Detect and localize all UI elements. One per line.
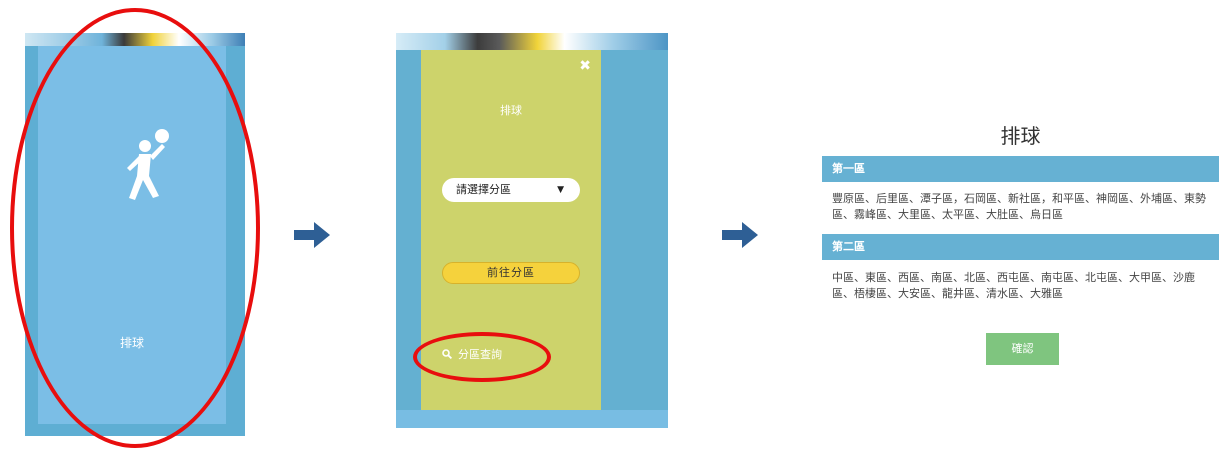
right-arrow-icon bbox=[722, 222, 758, 248]
close-icon[interactable]: ✖ bbox=[579, 58, 591, 74]
chevron-down-icon: ▼ bbox=[557, 185, 564, 195]
right-arrow-icon bbox=[294, 222, 330, 248]
go-to-zone-button[interactable]: 前往分區 bbox=[442, 262, 580, 284]
modal-title: 排球 bbox=[500, 104, 522, 117]
page-title: 排球 bbox=[1000, 124, 1041, 148]
modal-backdrop-strip bbox=[396, 410, 668, 428]
zone-select[interactable]: 請選擇分區 ▼ bbox=[442, 178, 580, 202]
zone-districts: 中區、東區、西區、南區、北區、西屯區、南屯區、北屯區、大甲區、沙鹿區、梧棲區、大… bbox=[832, 271, 1195, 300]
banner-photo bbox=[396, 33, 668, 50]
highlight-oval bbox=[10, 8, 260, 448]
zone-header: 第一區 bbox=[822, 156, 1219, 182]
highlight-oval bbox=[413, 332, 551, 382]
zone-districts: 豐原區、后里區、潭子區，石岡區、新社區，和平區、神岡區、外埔區、東勢區、霧峰區、… bbox=[832, 192, 1206, 221]
zone-select-value: 請選擇分區 bbox=[456, 183, 511, 196]
zone-header: 第二區 bbox=[822, 234, 1219, 260]
confirm-button[interactable]: 確認 bbox=[986, 333, 1059, 365]
